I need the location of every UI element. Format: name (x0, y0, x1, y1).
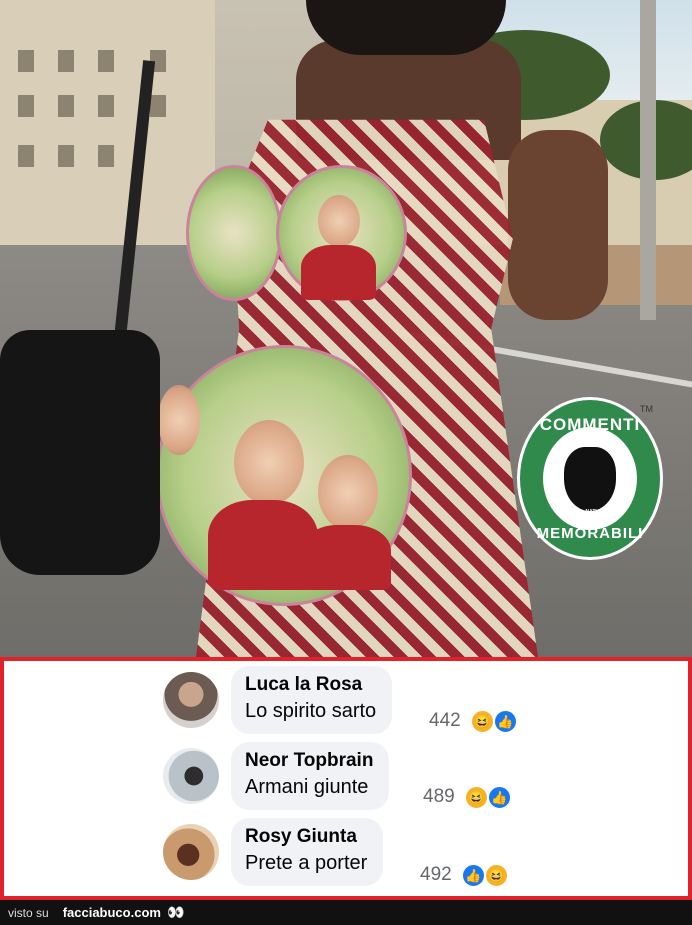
comment-bubble: Rosy Giunta Prete a porter (231, 818, 384, 886)
pope-face (318, 195, 360, 247)
comment-author[interactable]: Neor Topbrain (245, 749, 373, 773)
logo-bottom-text: MEMORABILI (536, 525, 644, 542)
reaction-count[interactable]: 442 (429, 710, 461, 732)
black-handbag (0, 330, 160, 575)
like-reaction-icon[interactable]: 👍 (461, 863, 486, 888)
eyes-icon: 👀 (166, 904, 185, 920)
comment-text: Lo spirito sarto (245, 700, 377, 722)
photo: COMMENTI NATI PER IGNORARE MEMORABILI TM (0, 0, 692, 657)
trademark: TM (640, 404, 653, 414)
hair (306, 0, 506, 55)
pope-robe (301, 525, 391, 590)
pope-face (318, 455, 378, 530)
comment: Rosy Giunta Prete a porter 492 👍 😆 (163, 816, 583, 888)
reaction-count[interactable]: 489 (423, 786, 455, 808)
lamp-pole (640, 0, 656, 320)
like-reaction-icon[interactable]: 👍 (487, 785, 512, 810)
comment-author[interactable]: Luca la Rosa (245, 673, 376, 697)
arm (508, 130, 608, 320)
haha-reaction-icon[interactable]: 😆 (484, 863, 509, 888)
avatar[interactable] (163, 824, 219, 880)
logo-small-text: NATI PER IGNORARE (583, 509, 611, 521)
pope-face (234, 420, 304, 505)
comment-author[interactable]: Rosy Giunta (245, 825, 367, 849)
comment-bubble: Neor Topbrain Armani giunte (231, 742, 390, 810)
reaction-count[interactable]: 492 (420, 864, 452, 886)
pope-robe (301, 245, 376, 300)
comment-text: Armani giunte (245, 776, 369, 798)
comment: Neor Topbrain Armani giunte 489 😆 👍 (163, 740, 583, 812)
footer-site-link[interactable]: facciabuco.com (63, 905, 161, 920)
like-reaction-icon[interactable]: 👍 (493, 709, 518, 734)
woman-in-dress (96, 0, 608, 657)
haha-reaction-icon[interactable]: 😆 (464, 785, 489, 810)
footer-visto-su: visto su (8, 905, 49, 920)
comment: Luca la Rosa Lo spirito sarto 442 😆 👍 (163, 664, 583, 736)
commenti-memorabili-logo: COMMENTI NATI PER IGNORARE MEMORABILI (517, 397, 663, 560)
footer: visto su facciabuco.com 👀 (0, 900, 692, 925)
avatar[interactable] (163, 748, 219, 804)
bearded-face-icon (564, 447, 616, 511)
logo-top-text: COMMENTI (539, 415, 641, 434)
dress-medallion (186, 165, 282, 301)
pope-face (158, 385, 200, 455)
haha-reaction-icon[interactable]: 😆 (470, 709, 495, 734)
comment-text: Prete a porter (245, 852, 368, 874)
comment-bubble: Luca la Rosa Lo spirito sarto (231, 666, 393, 734)
avatar[interactable] (163, 672, 219, 728)
